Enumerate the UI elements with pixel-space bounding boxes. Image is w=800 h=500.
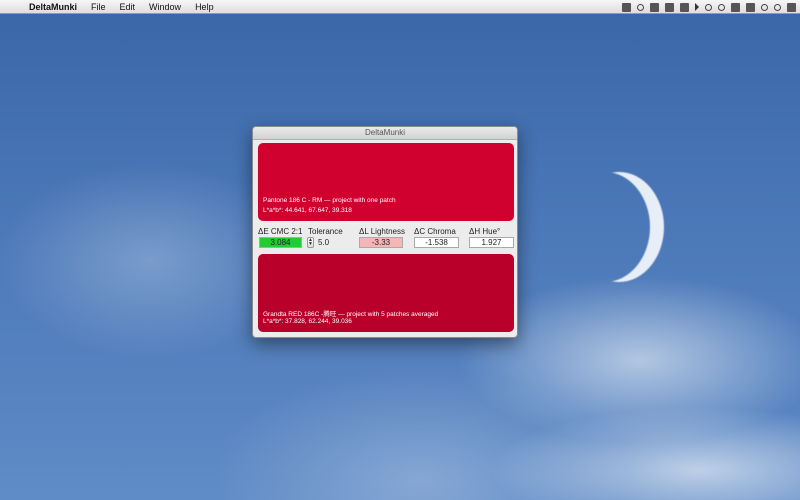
tolerance-value[interactable]: 5.0 [318, 238, 329, 247]
menu-file[interactable]: File [84, 0, 113, 14]
wifi-icon[interactable] [718, 3, 725, 11]
delta-e-field[interactable]: 3.084 [259, 237, 302, 248]
tolerance-label: Tolerance [308, 227, 343, 236]
notification-center-icon[interactable] [787, 2, 796, 12]
bottom-patch-name: Grandta RED 186C -腾旺 — project with 5 pa… [263, 311, 439, 318]
sync-status-icon[interactable] [637, 3, 644, 11]
menu-app-name[interactable]: DeltaMunki [22, 0, 84, 14]
menu-help[interactable]: Help [188, 0, 221, 14]
metrics-row: ΔE CMC 2:1 3.084 Tolerance ▲ ▼ 5.0 ΔL Lig… [258, 225, 516, 251]
battery-icon[interactable] [731, 2, 740, 12]
user-icon[interactable] [761, 3, 768, 11]
window-status-icon[interactable] [650, 2, 659, 12]
top-patch-lab: L*a*b*: 44.641, 67.647, 39.318 [263, 207, 352, 214]
grid-status-icon[interactable] [622, 2, 631, 12]
document-status-icon[interactable] [665, 2, 674, 12]
delta-c-label: ΔC Chroma [414, 227, 456, 236]
display-icon[interactable] [746, 2, 755, 12]
delta-l-label: ΔL Lightness [359, 227, 405, 236]
camera-status-icon[interactable] [680, 2, 689, 12]
status-area [622, 0, 796, 14]
time-machine-icon[interactable] [705, 3, 712, 11]
moon-crescent [560, 172, 650, 282]
window-title[interactable]: DeltaMunki [253, 127, 517, 140]
delta-e-label: ΔE CMC 2:1 [258, 227, 303, 236]
spotlight-icon[interactable] [774, 3, 781, 11]
delta-h-field[interactable]: 1.927 [469, 237, 514, 248]
top-color-patch: Pantone 186 C - RM — project with one pa… [258, 143, 514, 221]
menu-window[interactable]: Window [142, 0, 188, 14]
top-patch-name: Pantone 186 C - RM — project with one pa… [263, 197, 396, 204]
delta-h-label: ΔH Hue° [469, 227, 501, 236]
delta-c-field[interactable]: -1.538 [414, 237, 459, 248]
deltamunki-window: DeltaMunki Pantone 186 C - RM — project … [252, 126, 518, 338]
bottom-patch-lab: L*a*b*: 37.828, 62.244, 39.036 [263, 318, 352, 325]
bottom-color-patch: Grandta RED 186C -腾旺 — project with 5 pa… [258, 254, 514, 332]
delta-l-field[interactable]: -3.33 [359, 237, 403, 248]
tolerance-stepper[interactable]: ▲ ▼ [307, 237, 314, 248]
menu-edit[interactable]: Edit [113, 0, 143, 14]
menu-bar: DeltaMunki File Edit Window Help [0, 0, 800, 14]
volume-icon[interactable] [695, 3, 699, 11]
